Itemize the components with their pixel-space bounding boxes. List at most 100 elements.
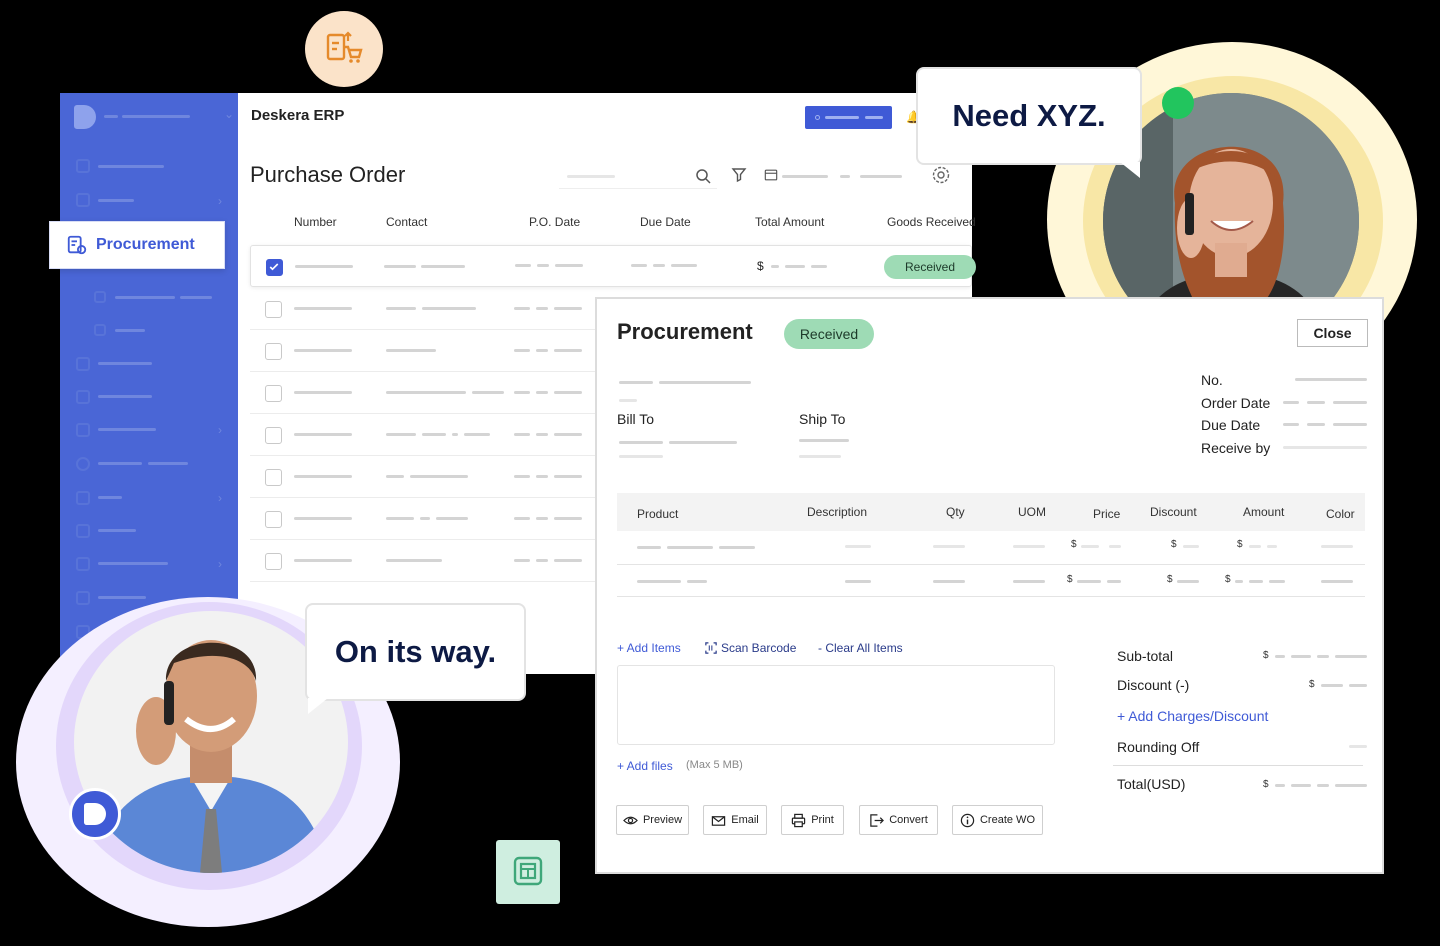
sidebar-item-label: Procurement bbox=[96, 236, 195, 253]
app-logo bbox=[74, 105, 96, 129]
calendar-icon[interactable] bbox=[764, 168, 778, 182]
rounding-label: Rounding Off bbox=[1117, 739, 1200, 755]
dashboard-icon[interactable] bbox=[76, 159, 90, 173]
bill-to-label: Bill To bbox=[617, 411, 655, 427]
print-button[interactable]: Print bbox=[781, 805, 844, 835]
chat-bubble-bottom: On its way. bbox=[305, 603, 526, 701]
convert-button[interactable]: Convert bbox=[859, 805, 938, 835]
row-checkbox[interactable] bbox=[265, 511, 282, 528]
online-status-dot bbox=[1162, 87, 1194, 119]
printer-icon bbox=[791, 813, 806, 827]
col-header-contact[interactable]: Contact bbox=[386, 215, 427, 229]
th-discount: Discount bbox=[1150, 505, 1197, 519]
procurement-icon bbox=[67, 235, 87, 255]
sidebar: ⌄ › › › › bbox=[60, 93, 238, 674]
row-checkbox[interactable] bbox=[265, 343, 282, 360]
item-row[interactable]: $ $ $ bbox=[617, 531, 1365, 565]
barcode-icon bbox=[705, 642, 717, 654]
col-header-total[interactable]: Total Amount bbox=[755, 215, 824, 229]
sidebar-item-procurement[interactable]: Procurement bbox=[49, 221, 225, 269]
close-button[interactable]: Close bbox=[1297, 319, 1368, 347]
preview-button[interactable]: Preview bbox=[616, 805, 689, 835]
row-checkbox[interactable] bbox=[265, 427, 282, 444]
mail-icon bbox=[712, 815, 726, 826]
row-checkbox[interactable] bbox=[265, 385, 282, 402]
th-price: Price bbox=[1093, 507, 1121, 521]
col-header-due-date[interactable]: Due Date bbox=[640, 215, 691, 229]
th-color: Color bbox=[1326, 507, 1355, 521]
col-header-number[interactable]: Number bbox=[294, 215, 337, 229]
item-row[interactable]: $ $ $ bbox=[617, 565, 1365, 597]
item-currency: $ bbox=[1167, 574, 1173, 585]
print-label: Print bbox=[811, 814, 834, 826]
create-wo-label: Create WO bbox=[979, 814, 1035, 826]
th-uom: UOM bbox=[1018, 505, 1046, 519]
panel-status-badge: Received bbox=[784, 319, 874, 349]
bank-icon[interactable] bbox=[76, 524, 90, 538]
create-wo-button[interactable]: Create WO bbox=[952, 805, 1043, 835]
bubble-tail-top bbox=[1120, 162, 1140, 178]
discount-label: Discount (-) bbox=[1117, 677, 1190, 693]
ship-to-label: Ship To bbox=[799, 411, 846, 427]
scan-barcode-label: Scan Barcode bbox=[721, 641, 797, 655]
item-currency: $ bbox=[1171, 539, 1177, 550]
item-currency: $ bbox=[1225, 574, 1231, 585]
table-row[interactable]: $ Received bbox=[250, 245, 976, 287]
meta-due-date-label: Due Date bbox=[1201, 417, 1261, 433]
cart-transfer-icon bbox=[326, 31, 363, 63]
chart-icon[interactable] bbox=[76, 193, 90, 207]
col-header-po-date[interactable]: P.O. Date bbox=[529, 215, 580, 229]
eye-icon bbox=[623, 816, 638, 824]
total-divider bbox=[1113, 765, 1363, 766]
deskera-logo-badge bbox=[69, 788, 121, 840]
info-circle-icon bbox=[960, 813, 975, 827]
item-currency: $ bbox=[1237, 539, 1243, 550]
max-size-hint: (Max 5 MB) bbox=[686, 759, 743, 771]
meta-order-date-label: Order Date bbox=[1201, 395, 1271, 411]
meta-receive-by-label: Receive by bbox=[1201, 440, 1271, 456]
procurement-badge bbox=[305, 11, 383, 87]
status-badge: Received bbox=[884, 255, 976, 279]
th-description: Description bbox=[807, 505, 868, 519]
row-checkbox[interactable] bbox=[266, 259, 283, 276]
add-items-link[interactable]: + Add Items bbox=[617, 641, 681, 655]
col-header-goods-received[interactable]: Goods Received bbox=[887, 215, 976, 229]
row-checkbox[interactable] bbox=[265, 553, 282, 570]
chevron-down-icon[interactable]: ⌄ bbox=[224, 107, 234, 121]
search-circle-icon[interactable] bbox=[76, 457, 90, 471]
th-amount: Amount bbox=[1243, 505, 1285, 519]
add-charges-link[interactable]: + Add Charges/Discount bbox=[1117, 708, 1268, 724]
convert-label: Convert bbox=[889, 814, 928, 826]
discount-currency: $ bbox=[1309, 679, 1315, 690]
email-label: Email bbox=[731, 814, 759, 826]
gear-icon[interactable] bbox=[931, 165, 951, 185]
th-product: Product bbox=[637, 507, 679, 521]
add-files-link[interactable]: + Add files bbox=[617, 759, 673, 773]
row-currency: $ bbox=[757, 259, 764, 273]
bubble-tail bbox=[308, 698, 328, 714]
convert-icon bbox=[870, 813, 885, 827]
invoice-tile bbox=[496, 840, 560, 904]
email-button[interactable]: Email bbox=[703, 805, 767, 835]
th-qty: Qty bbox=[946, 505, 965, 519]
chat-bubble-top: Need XYZ. bbox=[916, 67, 1142, 165]
check-icon bbox=[269, 263, 279, 271]
procurement-panel: Procurement Received Close Bill To Ship … bbox=[595, 297, 1384, 874]
subtotal-label: Sub-total bbox=[1117, 648, 1174, 664]
subtotal-currency: $ bbox=[1263, 650, 1269, 661]
row-checkbox[interactable] bbox=[265, 469, 282, 486]
meta-no-label: No. bbox=[1201, 372, 1223, 388]
header-primary-button[interactable] bbox=[805, 106, 892, 129]
search-icon[interactable] bbox=[695, 168, 711, 184]
item-currency: $ bbox=[1067, 574, 1073, 585]
notes-textarea[interactable] bbox=[617, 665, 1055, 745]
filter-icon[interactable] bbox=[731, 167, 747, 183]
scan-barcode-link[interactable]: Scan Barcode bbox=[705, 641, 796, 655]
receipt-icon bbox=[513, 856, 543, 886]
total-currency: $ bbox=[1263, 779, 1269, 790]
total-label: Total(USD) bbox=[1117, 776, 1186, 792]
row-checkbox[interactable] bbox=[265, 301, 282, 318]
clear-all-link[interactable]: - Clear All Items bbox=[818, 641, 903, 655]
search-input[interactable] bbox=[559, 163, 717, 189]
app-title: Deskera ERP bbox=[251, 107, 345, 124]
